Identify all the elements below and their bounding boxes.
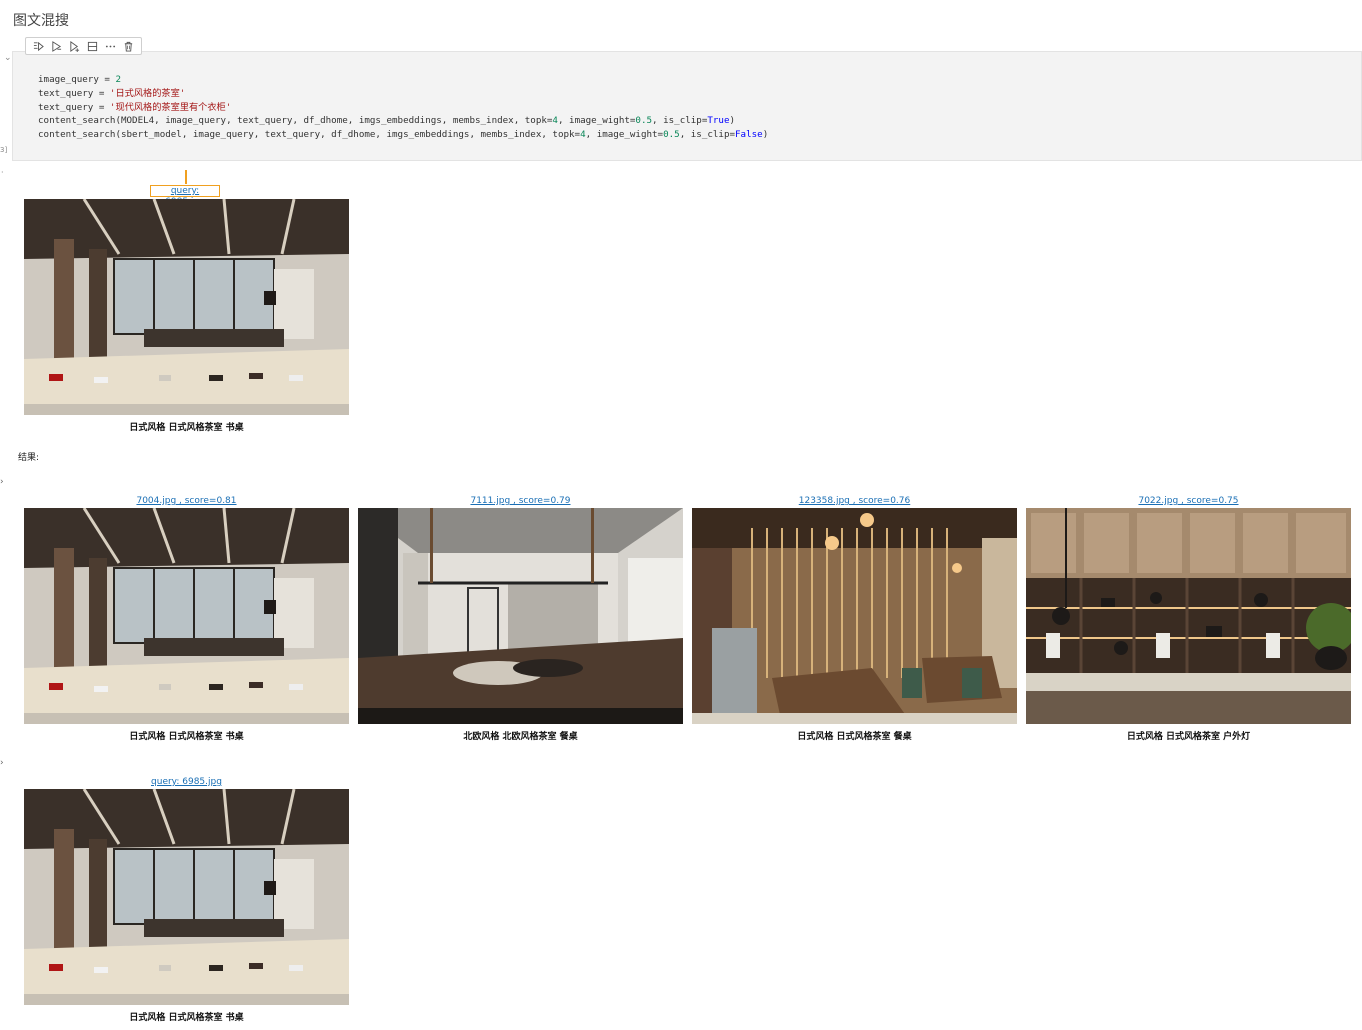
- restaurant-photo: [692, 508, 1017, 724]
- tearoom-photo: [24, 199, 349, 415]
- query-image[interactable]: [24, 199, 349, 415]
- result-image[interactable]: [24, 508, 349, 724]
- execute-below-icon[interactable]: [68, 40, 81, 53]
- cursor-indicator: [185, 170, 187, 184]
- execution-count: 3]: [0, 146, 8, 154]
- query-image-description: 日式风格 日式风格茶室 书桌: [129, 1013, 244, 1023]
- code-line: text_query = '日式风格的茶室': [38, 87, 186, 99]
- delete-icon[interactable]: [122, 40, 135, 53]
- dining-room-photo: [358, 508, 683, 724]
- result-image[interactable]: [692, 508, 1017, 724]
- result-description: 日式风格 日式风格茶室 户外灯: [1126, 732, 1251, 742]
- result-caption[interactable]: 7022.jpg , score=0.75: [1026, 496, 1351, 506]
- result-image[interactable]: [358, 508, 683, 724]
- result-caption[interactable]: 7004.jpg , score=0.81: [24, 496, 349, 506]
- cell-toolbar: [25, 37, 142, 55]
- query-image-description: 日式风格 日式风格茶室 书桌: [129, 423, 244, 433]
- code-line: image_query = 2: [38, 74, 121, 85]
- query-image[interactable]: [24, 789, 349, 1005]
- tearoom-photo: [24, 508, 349, 724]
- result-description: 北欧风格 北欧风格茶室 餐桌: [463, 732, 578, 742]
- query-image-caption[interactable]: query: 6985.jpg: [150, 185, 220, 207]
- code-line: content_search(MODEL4, image_query, text…: [38, 115, 736, 127]
- code-line: content_search(sbert_model, image_query,…: [38, 129, 769, 141]
- code-editor[interactable]: image_query = 2 text_query = '日式风格的茶室' t…: [38, 73, 768, 142]
- more-icon[interactable]: [104, 40, 117, 53]
- output-marker: ·: [1, 168, 4, 177]
- code-line: text_query = '现代风格的茶室里有个衣柜': [38, 101, 232, 113]
- result-label: 结果:: [18, 453, 40, 463]
- result-caption[interactable]: 123358.jpg , score=0.76: [692, 496, 1017, 506]
- result-description: 日式风格 日式风格茶室 书桌: [129, 732, 244, 742]
- result-description: 日式风格 日式风格茶室 餐桌: [797, 732, 912, 742]
- split-cell-icon[interactable]: [86, 40, 99, 53]
- result-caption[interactable]: 7111.jpg , score=0.79: [358, 496, 683, 506]
- output-arrow-icon[interactable]: ›: [0, 477, 4, 487]
- section-title: 图文混搜: [13, 13, 69, 29]
- tea-shelf-photo: [1026, 508, 1351, 724]
- execute-cell-icon[interactable]: [50, 40, 63, 53]
- query-image-caption[interactable]: query: 6985.jpg: [24, 777, 349, 787]
- execute-above-icon[interactable]: [32, 40, 45, 53]
- output-arrow-icon[interactable]: ›: [0, 758, 4, 768]
- tearoom-photo: [24, 789, 349, 1005]
- collapse-chevron-icon[interactable]: ⌄: [4, 53, 12, 63]
- result-image[interactable]: [1026, 508, 1351, 724]
